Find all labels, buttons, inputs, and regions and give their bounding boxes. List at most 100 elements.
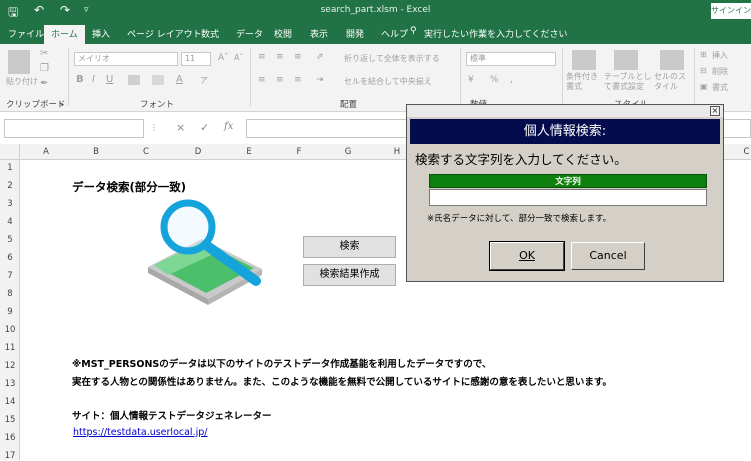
number-format-select[interactable]: 標準: [466, 52, 556, 66]
cancel-button[interactable]: Cancel: [571, 242, 645, 270]
row-header[interactable]: 13: [0, 379, 20, 389]
close-icon[interactable]: ×: [710, 106, 720, 116]
column-header[interactable]: C: [742, 147, 751, 157]
copy-icon[interactable]: ❐: [40, 63, 49, 74]
tab-review[interactable]: 校閲: [274, 27, 292, 40]
window-title: search_part.xlsm - Excel: [320, 5, 431, 15]
insert-function-icon[interactable]: fx: [224, 121, 233, 132]
magnifier-illustration: [148, 199, 262, 305]
row-header[interactable]: 2: [0, 181, 20, 191]
align-left-icon[interactable]: ≡: [258, 75, 266, 85]
name-box[interactable]: [4, 119, 144, 138]
search-field-label: 文字列: [429, 174, 707, 188]
grow-font-icon[interactable]: Aˆ: [218, 53, 229, 63]
tab-developer[interactable]: 開発: [346, 27, 364, 40]
insert-cells-button[interactable]: 挿入: [712, 50, 728, 61]
alignment-group-label: 配置: [340, 100, 358, 110]
cut-icon[interactable]: ✂: [40, 48, 48, 59]
row-header[interactable]: 7: [0, 271, 20, 281]
column-header[interactable]: G: [324, 147, 372, 157]
site-link[interactable]: https://testdata.userlocal.jp/: [73, 427, 207, 438]
tab-page-layout[interactable]: ページ レイアウト: [127, 27, 202, 40]
merge-center-button[interactable]: セルを結合して中央揃え: [344, 76, 432, 87]
column-header[interactable]: E: [224, 147, 274, 157]
align-center-icon[interactable]: ≡: [276, 75, 284, 85]
insert-cells-icon[interactable]: ⊞: [700, 50, 707, 59]
percent-icon[interactable]: %: [490, 75, 499, 85]
delete-cells-button[interactable]: 削除: [712, 66, 728, 77]
comma-icon[interactable]: ,: [510, 75, 513, 85]
currency-icon[interactable]: ¥: [468, 75, 474, 85]
underline-icon[interactable]: U: [106, 74, 113, 85]
column-header[interactable]: F: [274, 147, 324, 157]
row-header[interactable]: 16: [0, 433, 20, 443]
tab-file[interactable]: ファイル: [8, 27, 44, 40]
signin-button[interactable]: サインイン: [711, 3, 751, 19]
row-headers: 1 2 3 4 5 6 7 8 9 10 11 12 13 14 15 16 1…: [0, 160, 20, 461]
cancel-entry-icon[interactable]: ×: [176, 121, 185, 134]
enter-icon[interactable]: ✓: [200, 121, 209, 134]
row-header[interactable]: 9: [0, 307, 20, 317]
create-results-button[interactable]: 検索結果作成: [303, 264, 396, 286]
phonetic-icon[interactable]: ア: [200, 75, 208, 86]
row-header[interactable]: 6: [0, 253, 20, 263]
row-header[interactable]: 1: [0, 163, 20, 173]
format-cells-button[interactable]: 書式: [712, 82, 728, 93]
bold-icon[interactable]: B: [76, 74, 84, 85]
delete-cells-icon[interactable]: ⊟: [700, 66, 707, 75]
italic-icon[interactable]: I: [92, 74, 95, 85]
row-header[interactable]: 5: [0, 235, 20, 245]
fill-color-icon[interactable]: [152, 75, 164, 85]
font-size-select[interactable]: 11: [181, 52, 211, 66]
row-header[interactable]: 14: [0, 397, 20, 407]
column-header[interactable]: A: [20, 147, 72, 157]
select-all-corner[interactable]: [0, 144, 20, 160]
font-group-label: フォント: [140, 100, 175, 110]
align-right-icon[interactable]: ≡: [294, 75, 302, 85]
row-header[interactable]: 11: [0, 343, 20, 353]
conditional-format-button[interactable]: 条件付き書式: [566, 72, 602, 92]
align-middle-icon[interactable]: ≡: [276, 52, 284, 62]
tab-help[interactable]: ヘルプ: [381, 27, 408, 40]
font-name-select[interactable]: メイリオ: [74, 52, 178, 66]
tab-data[interactable]: データ: [236, 27, 263, 40]
align-top-icon[interactable]: ≡: [258, 52, 266, 62]
conditional-format-icon[interactable]: [572, 50, 596, 70]
note-line-2: 実在する人物との関係性はありません。また、このような機能を無料で公開しているサイ…: [72, 377, 612, 388]
orientation-icon[interactable]: ⇗: [316, 52, 324, 62]
dialog-prompt: 検索する文字列を入力してください。: [415, 152, 627, 167]
row-header[interactable]: 10: [0, 325, 20, 335]
borders-icon[interactable]: [128, 75, 140, 85]
paste-icon[interactable]: [8, 50, 30, 74]
row-header[interactable]: 4: [0, 217, 20, 227]
dialog-launcher-icon[interactable]: ↘: [58, 100, 64, 108]
align-bottom-icon[interactable]: ≡: [294, 52, 302, 62]
column-header[interactable]: C: [120, 147, 172, 157]
font-color-icon[interactable]: A: [176, 74, 183, 85]
column-header[interactable]: D: [172, 147, 224, 157]
format-table-button[interactable]: テーブルとして書式設定: [604, 72, 652, 92]
format-painter-icon[interactable]: ✒: [40, 78, 48, 89]
row-header[interactable]: 15: [0, 415, 20, 425]
column-header[interactable]: B: [72, 147, 120, 157]
search-text-input[interactable]: [429, 189, 707, 206]
cell-style-icon[interactable]: [660, 50, 684, 70]
indent-icon[interactable]: ⇥: [316, 75, 324, 85]
tab-insert[interactable]: 挿入: [92, 27, 110, 40]
tab-view[interactable]: 表示: [310, 27, 328, 40]
tab-formulas[interactable]: 数式: [201, 27, 219, 40]
paste-button-label[interactable]: 貼り付け: [6, 76, 38, 87]
row-header[interactable]: 3: [0, 199, 20, 209]
tab-home[interactable]: ホーム: [44, 25, 85, 44]
search-button[interactable]: 検索: [303, 236, 396, 258]
format-cells-icon[interactable]: ▣: [700, 82, 708, 91]
format-table-icon[interactable]: [614, 50, 638, 70]
tell-me-box[interactable]: 実行したい作業を入力してください: [424, 27, 567, 40]
wrap-text-button[interactable]: 折り返して全体を表示する: [344, 53, 440, 64]
ok-button[interactable]: OK: [489, 241, 565, 271]
ribbon: 貼り付け ✂ ❐ ✒ クリップボード ↘ メイリオ 11 Aˆ Aˇ B I U…: [0, 44, 751, 112]
shrink-font-icon[interactable]: Aˇ: [234, 53, 243, 62]
row-header[interactable]: 12: [0, 361, 20, 371]
row-header[interactable]: 8: [0, 289, 20, 299]
cell-style-button[interactable]: セルのスタイル: [654, 72, 688, 92]
